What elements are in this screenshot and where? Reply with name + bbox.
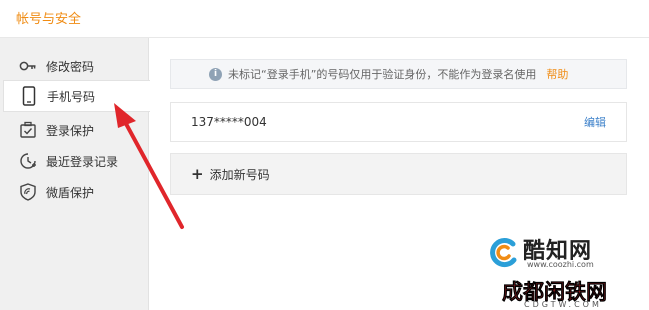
add-phone-button[interactable]: + 添加新号码 xyxy=(170,153,627,195)
login-protect-icon xyxy=(18,120,38,140)
sidebar-item-label: 最近登录记录 xyxy=(46,154,119,169)
add-phone-label: 添加新号码 xyxy=(209,167,270,182)
coozhi-url: www.coozhi.com xyxy=(527,260,594,269)
login-history-icon xyxy=(18,151,38,171)
sidebar-item-label: 修改密码 xyxy=(46,59,95,74)
coozhi-watermark: 酷知网 www.coozhi.com xyxy=(487,233,627,273)
sidebar: 修改密码 手机号码 登录保护 最近登录记录 微盾保护 xyxy=(0,38,150,310)
edit-link[interactable]: 编辑 xyxy=(584,114,606,130)
sidebar-item-label: 微盾保护 xyxy=(46,185,95,200)
sidebar-item-shield-protection[interactable]: 微盾保护 xyxy=(0,176,149,208)
sidebar-item-change-password[interactable]: 修改密码 xyxy=(0,50,149,82)
phone-icon xyxy=(19,86,39,106)
sidebar-item-login-protection[interactable]: 登录保护 xyxy=(0,114,149,146)
notice-text: 未标记“登录手机”的号码仅用于验证身份，不能作为登录名使用 xyxy=(228,68,537,81)
cdtw-watermark: 成都闲铁网 CDGTW.COM xyxy=(502,276,642,310)
sidebar-item-label: 手机号码 xyxy=(47,89,96,104)
window-title: 帐号与安全 xyxy=(16,12,82,27)
cdtw-url: CDGTW.COM xyxy=(524,300,602,309)
shield-icon xyxy=(18,182,38,202)
sidebar-item-recent-logins[interactable]: 最近登录记录 xyxy=(0,145,149,177)
key-icon xyxy=(18,56,38,76)
sidebar-item-phone-number[interactable]: 手机号码 xyxy=(3,80,150,112)
title-bar: 帐号与安全 xyxy=(0,0,649,38)
notice-bar: i 未标记“登录手机”的号码仅用于验证身份，不能作为登录名使用 帮助 xyxy=(170,59,627,89)
coozhi-logo-icon xyxy=(490,238,517,268)
sidebar-item-label: 登录保护 xyxy=(46,123,95,138)
plus-icon: + xyxy=(191,164,204,183)
help-link[interactable]: 帮助 xyxy=(546,66,568,82)
info-icon: i xyxy=(209,67,222,81)
phone-number-row: 137*****004 编辑 xyxy=(170,102,627,142)
phone-number: 137*****004 xyxy=(191,115,267,129)
